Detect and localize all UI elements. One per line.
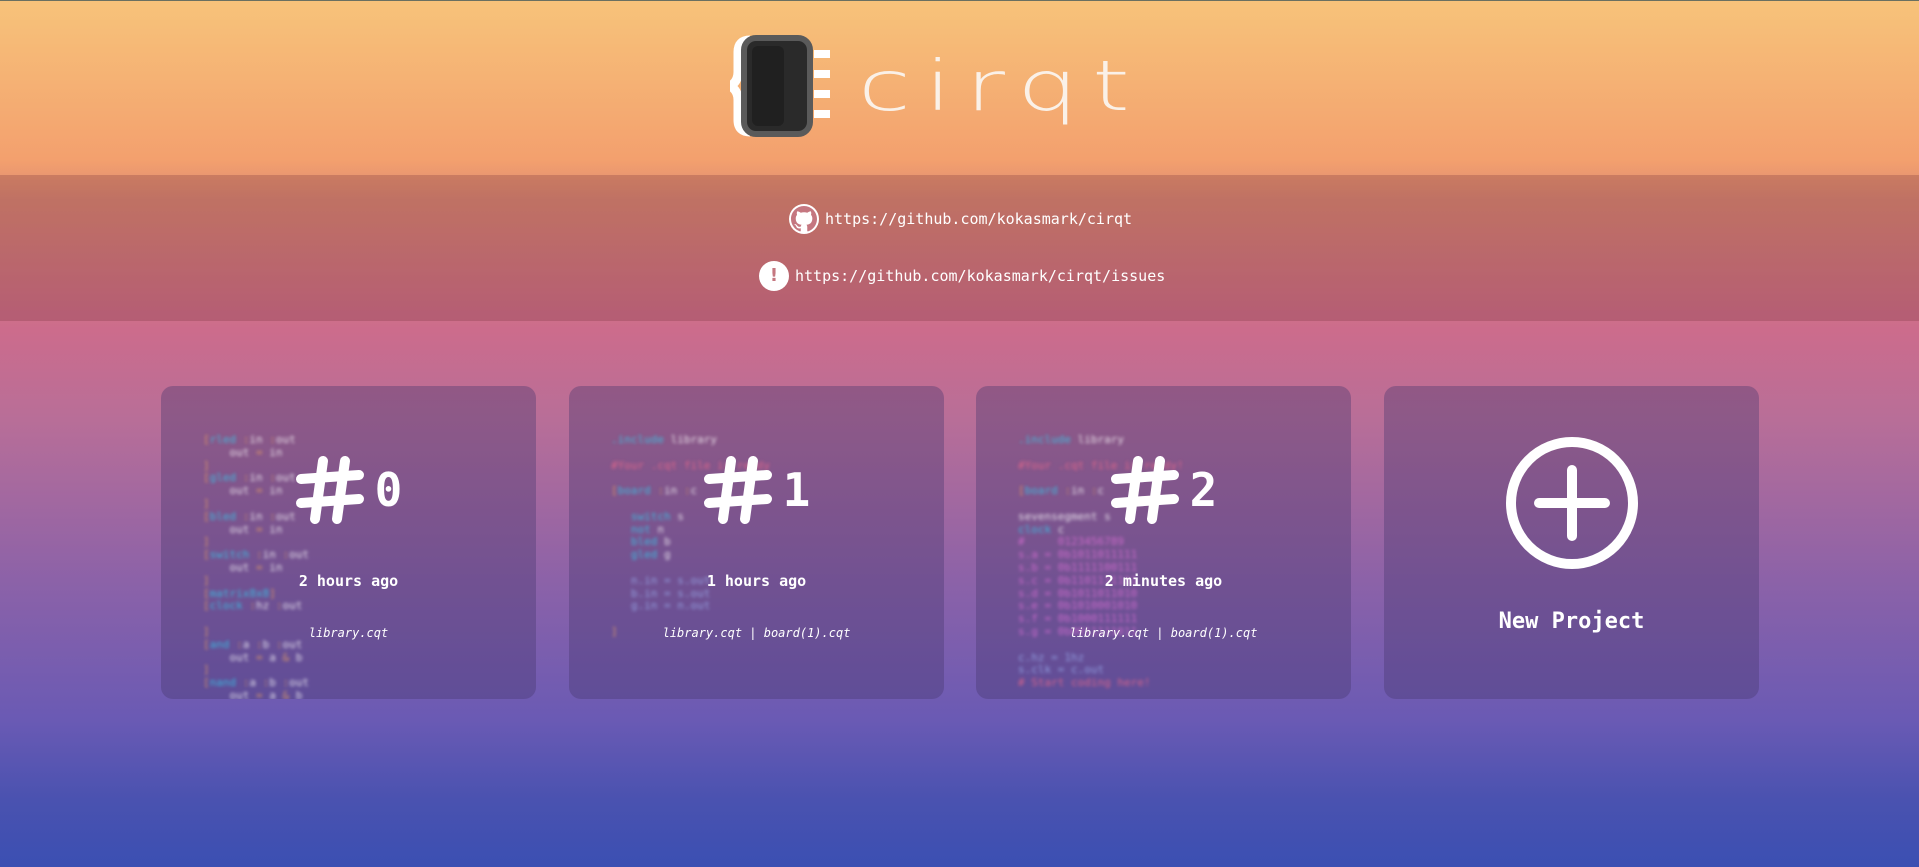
github-url: https://github.com/kokasmark/cirqt [825, 210, 1133, 228]
project-card-2[interactable]: .include library #Your .cqt file is read… [976, 386, 1351, 699]
app-title: cirqt [858, 45, 1144, 127]
top-border [0, 0, 1919, 1]
project-time: 2 minutes ago [1104, 572, 1223, 590]
project-time: 1 hours ago [706, 572, 807, 590]
project-heading: 0 [161, 455, 536, 525]
new-project-card[interactable]: New Project [1384, 386, 1759, 699]
project-number: 0 [374, 463, 403, 517]
project-heading: 1 [569, 455, 944, 525]
project-number: 2 [1189, 463, 1218, 517]
exclamation-icon: ! [759, 261, 789, 291]
issues-url: https://github.com/kokasmark/cirqt/issue… [795, 267, 1166, 285]
cirqt-logo-icon [730, 35, 830, 137]
project-files: library.cqt | board(1).cqt [1069, 626, 1258, 640]
project-card-1[interactable]: .include library #Your .cqt file is read… [569, 386, 944, 699]
app-logo: cirqt [730, 34, 1144, 138]
project-time: 2 hours ago [298, 572, 399, 590]
links-band [0, 175, 1919, 321]
issues-link[interactable]: ! https://github.com/kokasmark/cirqt/iss… [759, 261, 1165, 291]
plus-circle-icon [1506, 437, 1638, 569]
project-card-0[interactable]: [rled :in :out out = in ] [gled :in :out… [161, 386, 536, 699]
new-project-label: New Project [1498, 609, 1645, 634]
project-files: library.cqt [308, 626, 389, 640]
project-number: 1 [782, 463, 811, 517]
github-icon [789, 204, 819, 234]
project-files: library.cqt | board(1).cqt [662, 626, 851, 640]
hash-icon [295, 456, 364, 524]
hash-icon [1110, 456, 1179, 524]
project-heading: 2 [976, 455, 1351, 525]
hash-icon [703, 456, 772, 524]
github-link[interactable]: https://github.com/kokasmark/cirqt [789, 204, 1132, 234]
